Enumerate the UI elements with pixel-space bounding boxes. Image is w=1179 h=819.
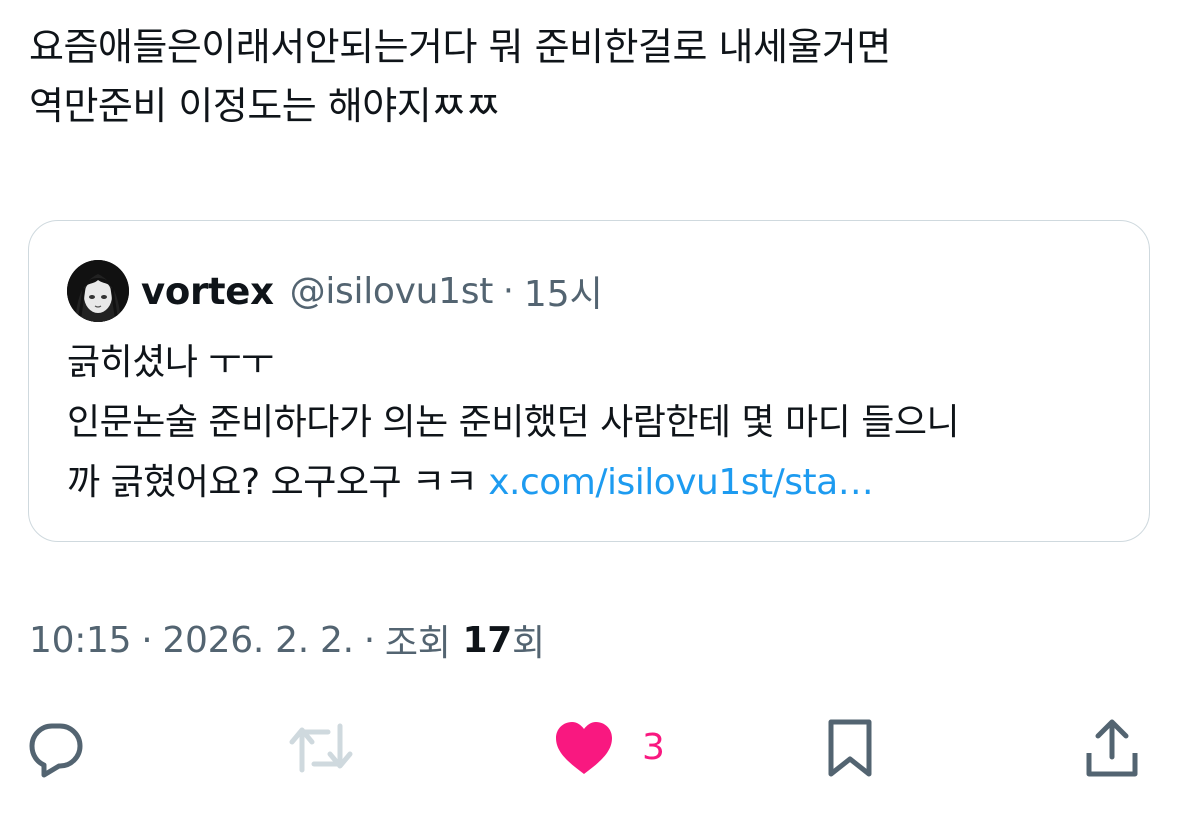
header-separator: · xyxy=(503,271,514,311)
avatar[interactable] xyxy=(67,260,129,322)
bookmark-icon xyxy=(826,717,874,779)
tweet-date[interactable]: 2026. 2. 2. xyxy=(162,620,354,661)
tweet-text-line-1: 요즘애들은이래서안되는거다 뭐 준비한걸로 내세울거면 xyxy=(29,25,891,69)
quoted-tweet-header: vortex @isilovu1st · 15시 xyxy=(67,259,603,323)
like-button[interactable]: 3 xyxy=(554,710,665,785)
quoted-text-line-3: 까 긁혔어요? 오구오구 ㅋㅋ x.com/isilovu1st/sta… xyxy=(67,453,1127,513)
tweet-text: 요즘애들은이래서안되는거다 뭐 준비한걸로 내세울거면 역만준비 이정도는 해야… xyxy=(29,18,1149,136)
meta-separator-1: · xyxy=(141,619,153,661)
reply-icon xyxy=(26,718,86,778)
action-bar: 3 xyxy=(0,710,1179,785)
quoted-text-line-1: 긁히셨나 ㅜㅜ xyxy=(67,342,274,383)
tweet-text-line-2: 역만준비 이정도는 해야지ㅉㅉ xyxy=(29,84,501,128)
views-suffix: 회 xyxy=(512,623,545,664)
views-count[interactable]: 17 xyxy=(463,620,513,661)
like-count: 3 xyxy=(642,727,665,768)
heart-filled-icon xyxy=(554,720,614,776)
meta-separator-2: · xyxy=(363,619,375,661)
quoted-tweet-time[interactable]: 15시 xyxy=(524,265,603,317)
quoted-author-name[interactable]: vortex xyxy=(141,270,274,313)
tweet-time[interactable]: 10:15 xyxy=(29,620,132,661)
share-button[interactable] xyxy=(1084,710,1140,785)
quoted-tweet-body: 긁히셨나 ㅜㅜ 인문논술 준비하다가 의논 준비했던 사람한테 몇 마디 들으니… xyxy=(67,333,1127,513)
reply-button[interactable] xyxy=(26,710,86,785)
quoted-text-line-2: 인문논술 준비하다가 의논 준비했던 사람한테 몇 마디 들으니 xyxy=(67,402,960,443)
quoted-tweet-card[interactable]: vortex @isilovu1st · 15시 긁히셨나 ㅜㅜ 인문논술 준비… xyxy=(28,220,1150,542)
retweet-icon xyxy=(288,718,354,778)
share-icon xyxy=(1084,717,1140,779)
quoted-author-handle[interactable]: @isilovu1st xyxy=(290,271,494,312)
bookmark-button[interactable] xyxy=(826,710,874,785)
views-label: 조회 xyxy=(384,623,451,664)
tweet-meta: 10:15 · 2026. 2. 2. · 조회 17 회 xyxy=(29,614,545,666)
quoted-tweet-link[interactable]: x.com/isilovu1st/sta… xyxy=(488,462,874,503)
retweet-button[interactable] xyxy=(288,710,354,785)
quoted-text-line-3-text: 까 긁혔어요? 오구오구 ㅋㅋ xyxy=(67,462,489,503)
